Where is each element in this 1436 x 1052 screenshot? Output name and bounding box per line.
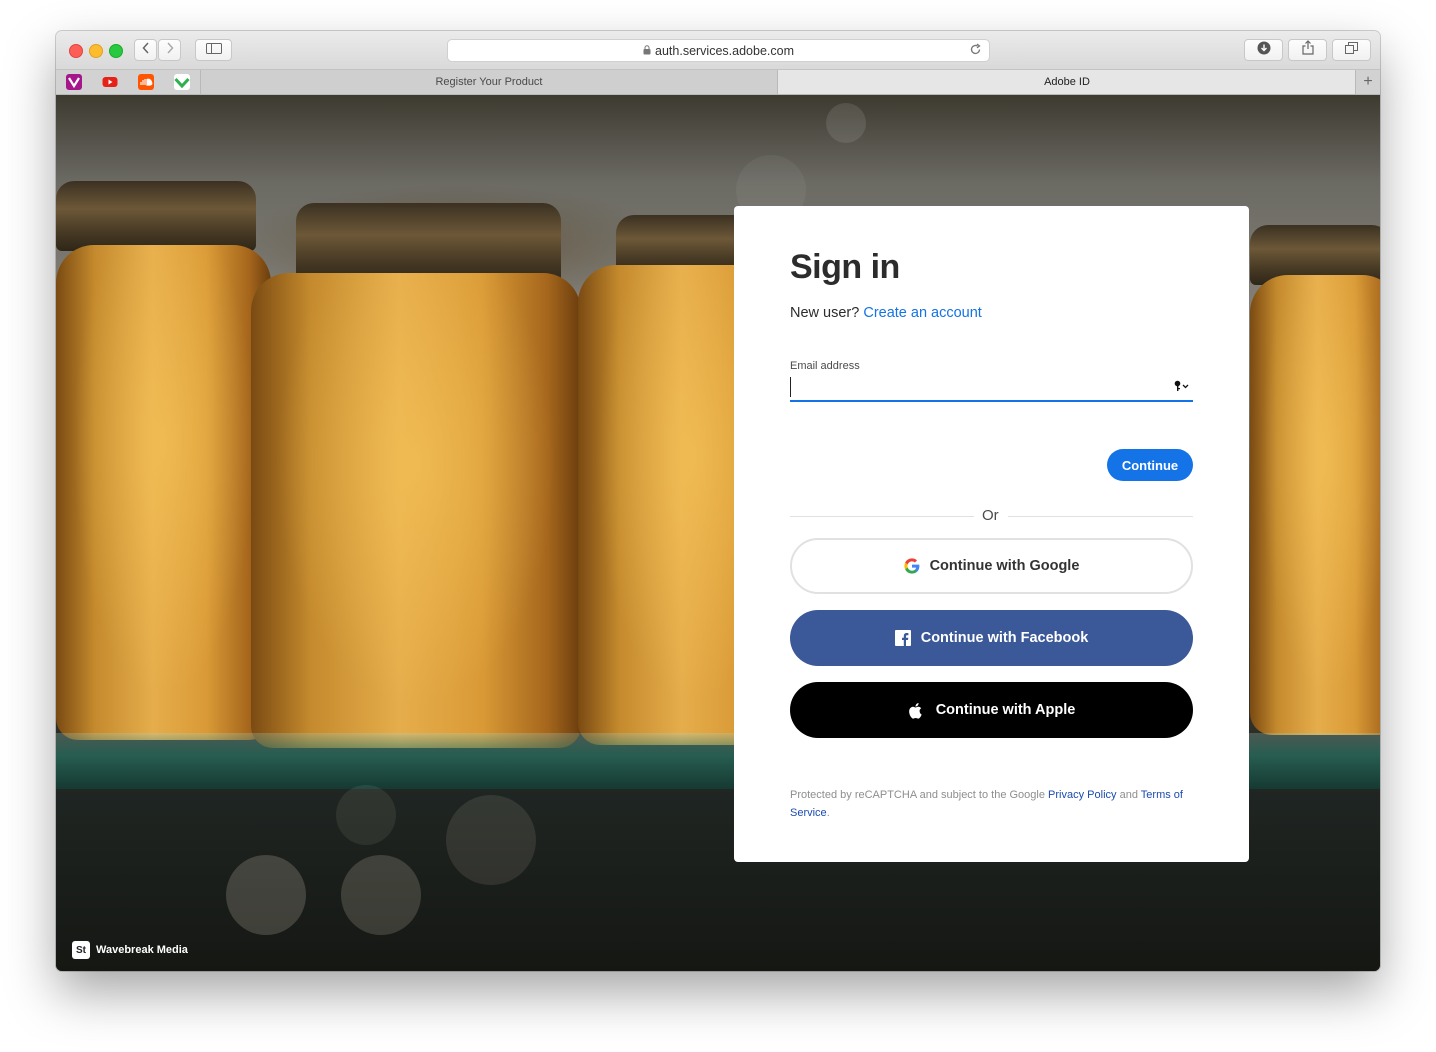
continue-with-apple-button[interactable]: Continue with Apple (790, 682, 1193, 738)
plus-icon: + (1363, 73, 1373, 90)
new-tab-button[interactable]: + (1355, 70, 1380, 94)
create-account-link[interactable]: Create an account (863, 305, 982, 321)
bokeh (226, 855, 306, 935)
recaptcha-notice: Protected by reCAPTCHA and subject to th… (790, 786, 1190, 822)
apple-button-label: Continue with Apple (935, 702, 1076, 718)
page-title: Sign in (790, 248, 900, 286)
bokeh (341, 855, 421, 935)
bokeh (826, 103, 866, 143)
privacy-policy-link[interactable]: Privacy Policy (1048, 789, 1116, 801)
minimize-window-button[interactable] (89, 44, 103, 58)
facebook-button-label: Continue with Facebook (920, 630, 1089, 646)
divider-left (790, 516, 974, 517)
sidebar-icon (205, 41, 222, 59)
photo-credit[interactable]: St Wavebreak Media (72, 941, 188, 959)
url-text: auth.services.adobe.com (655, 43, 794, 58)
forward-button[interactable] (158, 39, 181, 61)
share-icon (1301, 40, 1314, 60)
signin-card: Sign in New user? Create an account Emai… (734, 206, 1249, 862)
jar-lid (296, 203, 561, 283)
new-user-text: New user? (790, 305, 860, 321)
legal-and: and (1119, 789, 1138, 801)
apple-icon (908, 702, 922, 719)
close-window-button[interactable] (69, 44, 83, 58)
honey-jar (56, 245, 271, 740)
browser-toolbar: auth.services.adobe.com (56, 31, 1380, 70)
show-tabs-button[interactable] (1332, 39, 1371, 61)
legal-suffix: . (826, 807, 830, 819)
tab-label: Adobe ID (1044, 76, 1090, 88)
lock-icon (643, 44, 651, 58)
reload-icon[interactable] (969, 43, 982, 59)
back-button[interactable] (134, 39, 157, 61)
address-bar[interactable]: auth.services.adobe.com (447, 39, 990, 62)
or-separator: Or (982, 507, 999, 524)
text-caret (790, 377, 791, 397)
google-icon (903, 558, 920, 574)
bokeh (446, 795, 536, 885)
photo-credit-text: Wavebreak Media (96, 944, 188, 956)
new-user-row: New user? Create an account (790, 305, 982, 321)
vivaldi-favicon[interactable] (66, 74, 82, 90)
honey-jar (1250, 275, 1380, 735)
tab-bar: Register Your Product Adobe ID + (56, 70, 1380, 95)
download-icon (1257, 41, 1271, 60)
bokeh (336, 785, 396, 845)
feedly-favicon[interactable] (174, 74, 190, 90)
jar-lid (56, 181, 256, 251)
divider-right (1008, 516, 1193, 517)
share-button[interactable] (1288, 39, 1327, 61)
password-key-icon[interactable] (1174, 379, 1190, 397)
tab-register-your-product[interactable]: Register Your Product (200, 70, 778, 94)
facebook-icon (894, 630, 911, 646)
sidebar-toggle-button[interactable] (195, 39, 232, 61)
adobe-stock-badge: St (72, 941, 90, 959)
email-label: Email address (790, 360, 860, 372)
zoom-window-button[interactable] (109, 44, 123, 58)
tab-adobe-id[interactable]: Adobe ID (778, 70, 1356, 94)
honey-jar (251, 273, 581, 748)
downloads-button[interactable] (1244, 39, 1283, 61)
tabs-overview-icon (1345, 41, 1358, 59)
legal-prefix: Protected by reCAPTCHA and subject to th… (790, 789, 1045, 801)
tab-label: Register Your Product (435, 76, 543, 88)
page-content: Sign in New user? Create an account Emai… (56, 95, 1380, 971)
browser-window: auth.services.adobe.com Register Your Pr… (56, 31, 1380, 971)
chevron-right-icon (166, 41, 174, 59)
email-field[interactable] (790, 374, 1193, 402)
continue-with-google-button[interactable]: Continue with Google (790, 538, 1193, 594)
chevron-left-icon (141, 41, 150, 59)
youtube-favicon[interactable] (102, 74, 118, 90)
continue-button[interactable]: Continue (1107, 449, 1193, 481)
soundcloud-favicon[interactable] (138, 74, 154, 90)
google-button-label: Continue with Google (929, 558, 1080, 574)
continue-with-facebook-button[interactable]: Continue with Facebook (790, 610, 1193, 666)
